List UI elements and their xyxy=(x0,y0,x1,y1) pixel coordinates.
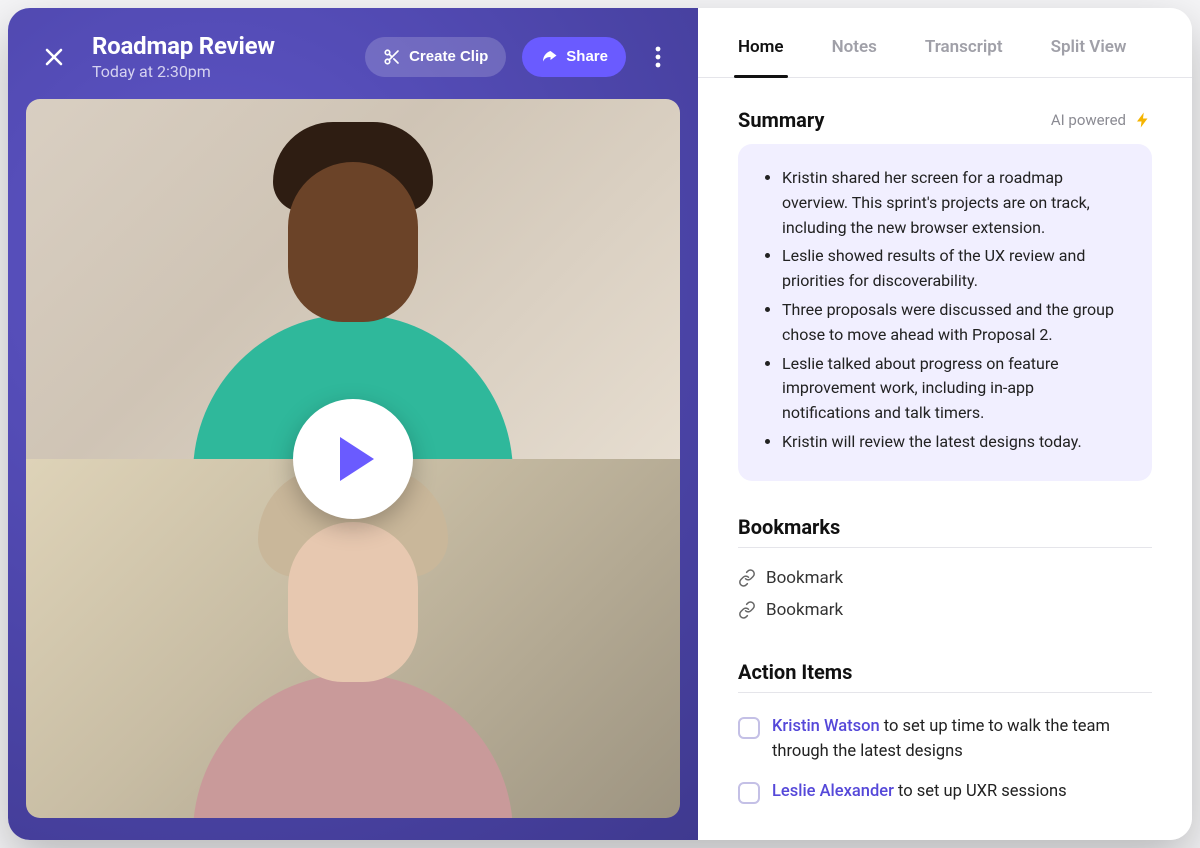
mention[interactable]: Leslie Alexander xyxy=(772,782,894,801)
close-button[interactable] xyxy=(32,35,76,79)
divider xyxy=(738,692,1152,693)
link-icon xyxy=(738,569,756,587)
share-label: Share xyxy=(566,48,608,65)
panel-body: Summary AI powered Kristin shared her sc… xyxy=(698,78,1192,840)
bookmark-label: Bookmark xyxy=(766,568,843,588)
action-items-title: Action Items xyxy=(738,660,1152,684)
action-item: Kristin Watson to set up time to walk th… xyxy=(738,707,1152,773)
app-window: Roadmap Review Today at 2:30pm Create Cl… xyxy=(8,8,1192,840)
more-vertical-icon xyxy=(655,46,661,68)
tab-split-view[interactable]: Split View xyxy=(1051,37,1127,77)
video-panel: Roadmap Review Today at 2:30pm Create Cl… xyxy=(8,8,698,840)
meeting-title: Roadmap Review xyxy=(92,32,275,60)
bookmark-item[interactable]: Bookmark xyxy=(738,594,1152,626)
create-clip-label: Create Clip xyxy=(409,48,488,65)
bookmarks-title: Bookmarks xyxy=(738,515,1152,539)
close-icon xyxy=(42,45,66,69)
participant-avatar xyxy=(193,522,513,818)
tab-notes[interactable]: Notes xyxy=(832,37,877,77)
scissors-icon xyxy=(383,48,401,66)
action-item-text: Kristin Watson to set up time to walk th… xyxy=(772,715,1152,765)
summary-item: Three proposals were discussed and the g… xyxy=(782,298,1126,348)
tab-home[interactable]: Home xyxy=(738,37,784,77)
action-item-checkbox[interactable] xyxy=(738,782,760,804)
title-block: Roadmap Review Today at 2:30pm xyxy=(92,32,275,81)
summary-header: Summary AI powered xyxy=(738,108,1152,132)
info-panel: Home Notes Transcript Split View Summary… xyxy=(698,8,1192,840)
share-arrow-icon xyxy=(540,48,558,66)
summary-title: Summary xyxy=(738,108,824,132)
divider xyxy=(738,547,1152,548)
play-button[interactable] xyxy=(293,399,413,519)
bookmark-label: Bookmark xyxy=(766,600,843,620)
lightning-icon xyxy=(1134,110,1152,130)
action-items-section: Action Items Kristin Watson to set up ti… xyxy=(738,660,1152,813)
summary-item: Leslie talked about progress on feature … xyxy=(782,352,1126,426)
summary-item: Leslie showed results of the UX review a… xyxy=(782,244,1126,294)
create-clip-button[interactable]: Create Clip xyxy=(365,37,506,77)
more-menu-button[interactable] xyxy=(642,37,674,77)
summary-item: Kristin shared her screen for a roadmap … xyxy=(782,166,1126,240)
action-item-checkbox[interactable] xyxy=(738,717,760,739)
bookmarks-section: Bookmarks Bookmark Bookmark xyxy=(738,515,1152,626)
tab-transcript[interactable]: Transcript xyxy=(925,37,1003,77)
play-icon xyxy=(340,437,374,481)
video-stack xyxy=(26,99,680,818)
meeting-time: Today at 2:30pm xyxy=(92,62,275,81)
mention[interactable]: Kristin Watson xyxy=(772,717,880,736)
ai-powered-label: AI powered xyxy=(1051,111,1126,129)
tab-bar: Home Notes Transcript Split View xyxy=(698,8,1192,78)
action-item-text: Leslie Alexander to set up UXR sessions xyxy=(772,780,1067,805)
bookmark-item[interactable]: Bookmark xyxy=(738,562,1152,594)
link-icon xyxy=(738,601,756,619)
share-button[interactable]: Share xyxy=(522,37,626,77)
action-item: Leslie Alexander to set up UXR sessions xyxy=(738,772,1152,813)
ai-powered-badge: AI powered xyxy=(1051,110,1152,130)
video-header: Roadmap Review Today at 2:30pm Create Cl… xyxy=(26,26,680,99)
action-item-body: to set up UXR sessions xyxy=(894,782,1067,801)
summary-card: Kristin shared her screen for a roadmap … xyxy=(738,144,1152,481)
summary-list: Kristin shared her screen for a roadmap … xyxy=(762,166,1126,455)
summary-item: Kristin will review the latest designs t… xyxy=(782,430,1126,455)
